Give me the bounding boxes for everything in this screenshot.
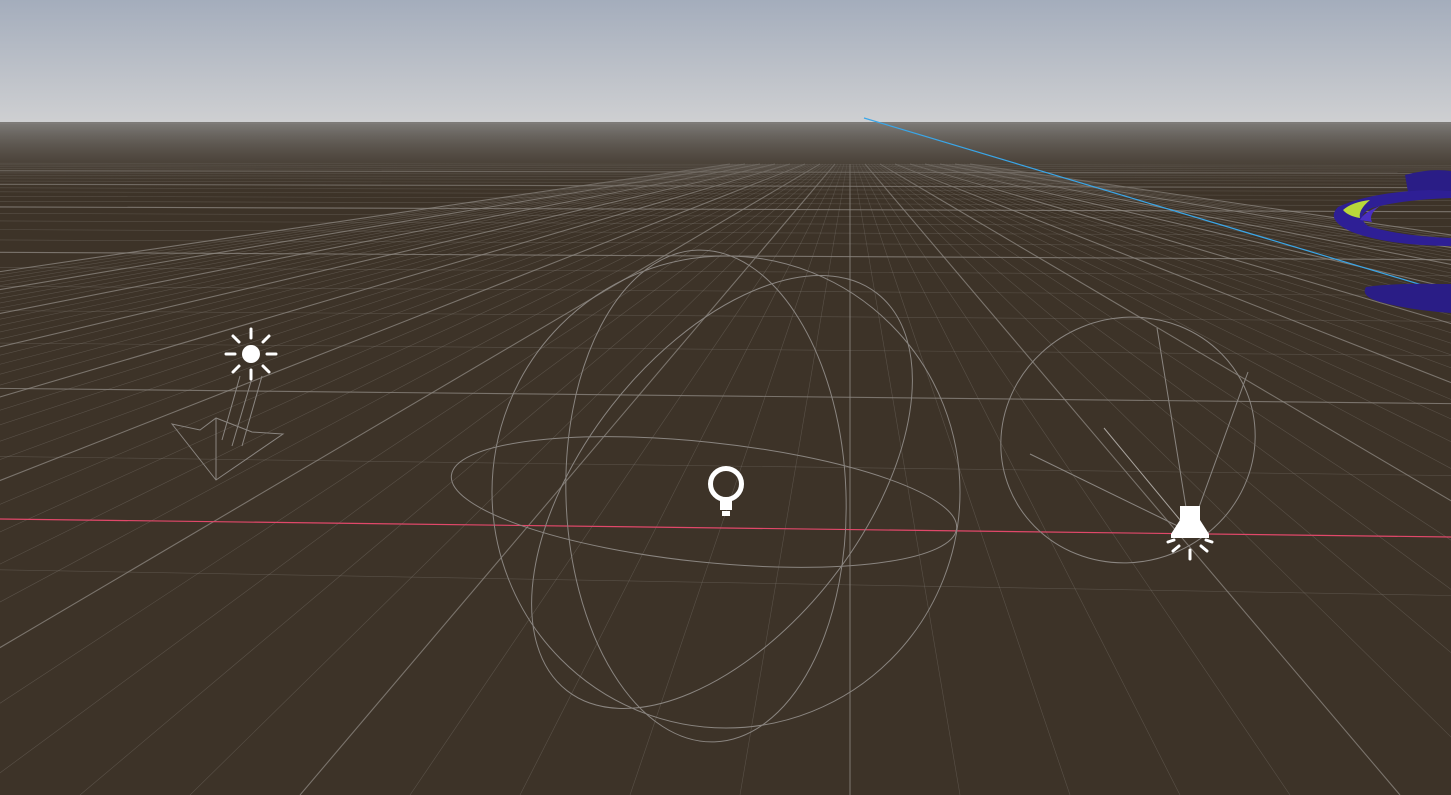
sun-icon[interactable] [224,327,278,381]
horizon-fog [0,122,1451,200]
sky [0,0,1451,124]
scene-canvas[interactable] [0,0,1451,795]
3d-viewport[interactable] [0,0,1451,795]
